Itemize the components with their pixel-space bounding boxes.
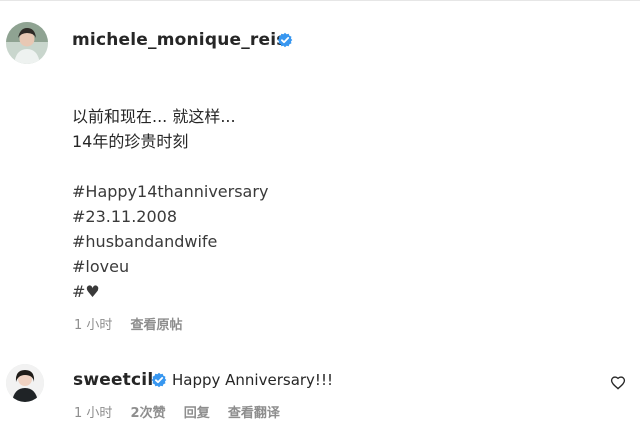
post-author-username[interactable]: michele_monique_reis (72, 30, 287, 50)
comment-text: Happy Anniversary!!! (172, 371, 333, 389)
hashtag-link[interactable]: #23.11.2008 (72, 204, 268, 229)
post-container: michele_monique_reis 以前和现在... 就这样... 14年… (0, 0, 640, 421)
comment-timestamp[interactable]: 1 小时 (74, 406, 112, 421)
avatar-photo-icon (6, 364, 44, 402)
post-meta: 1 小时 查看原帖 (74, 314, 197, 333)
comment-meta: 1 小时 2次赞 回复 查看翻译 (74, 402, 294, 421)
comment-likes-count[interactable]: 2次赞 (131, 406, 166, 421)
hashtag-link[interactable]: #♥ (72, 279, 268, 304)
hashtag-link[interactable]: #Happy14thanniversary (72, 179, 268, 204)
comment-author-avatar[interactable] (6, 364, 44, 402)
see-translation-link[interactable]: 查看翻译 (228, 406, 280, 421)
comment-author-username[interactable]: sweetcil (73, 370, 153, 390)
post-caption: 以前和现在... 就这样... 14年的珍贵时刻 #Happy14thanniv… (72, 104, 268, 304)
verified-badge-icon (277, 32, 293, 48)
caption-line: 以前和现在... 就这样... (72, 107, 236, 126)
caption-line: 14年的珍贵时刻 (72, 132, 189, 151)
post-author-avatar[interactable] (6, 22, 48, 64)
avatar-photo-icon (6, 22, 48, 64)
post-timestamp[interactable]: 1 小时 (74, 318, 112, 333)
hashtag-link[interactable]: #husbandandwife (72, 229, 268, 254)
reply-button[interactable]: 回复 (184, 406, 210, 421)
see-original-link[interactable]: 查看原帖 (131, 318, 183, 333)
heart-outline-icon[interactable] (610, 375, 626, 391)
verified-badge-icon (151, 372, 167, 388)
hashtag-link[interactable]: #loveu (72, 254, 268, 279)
